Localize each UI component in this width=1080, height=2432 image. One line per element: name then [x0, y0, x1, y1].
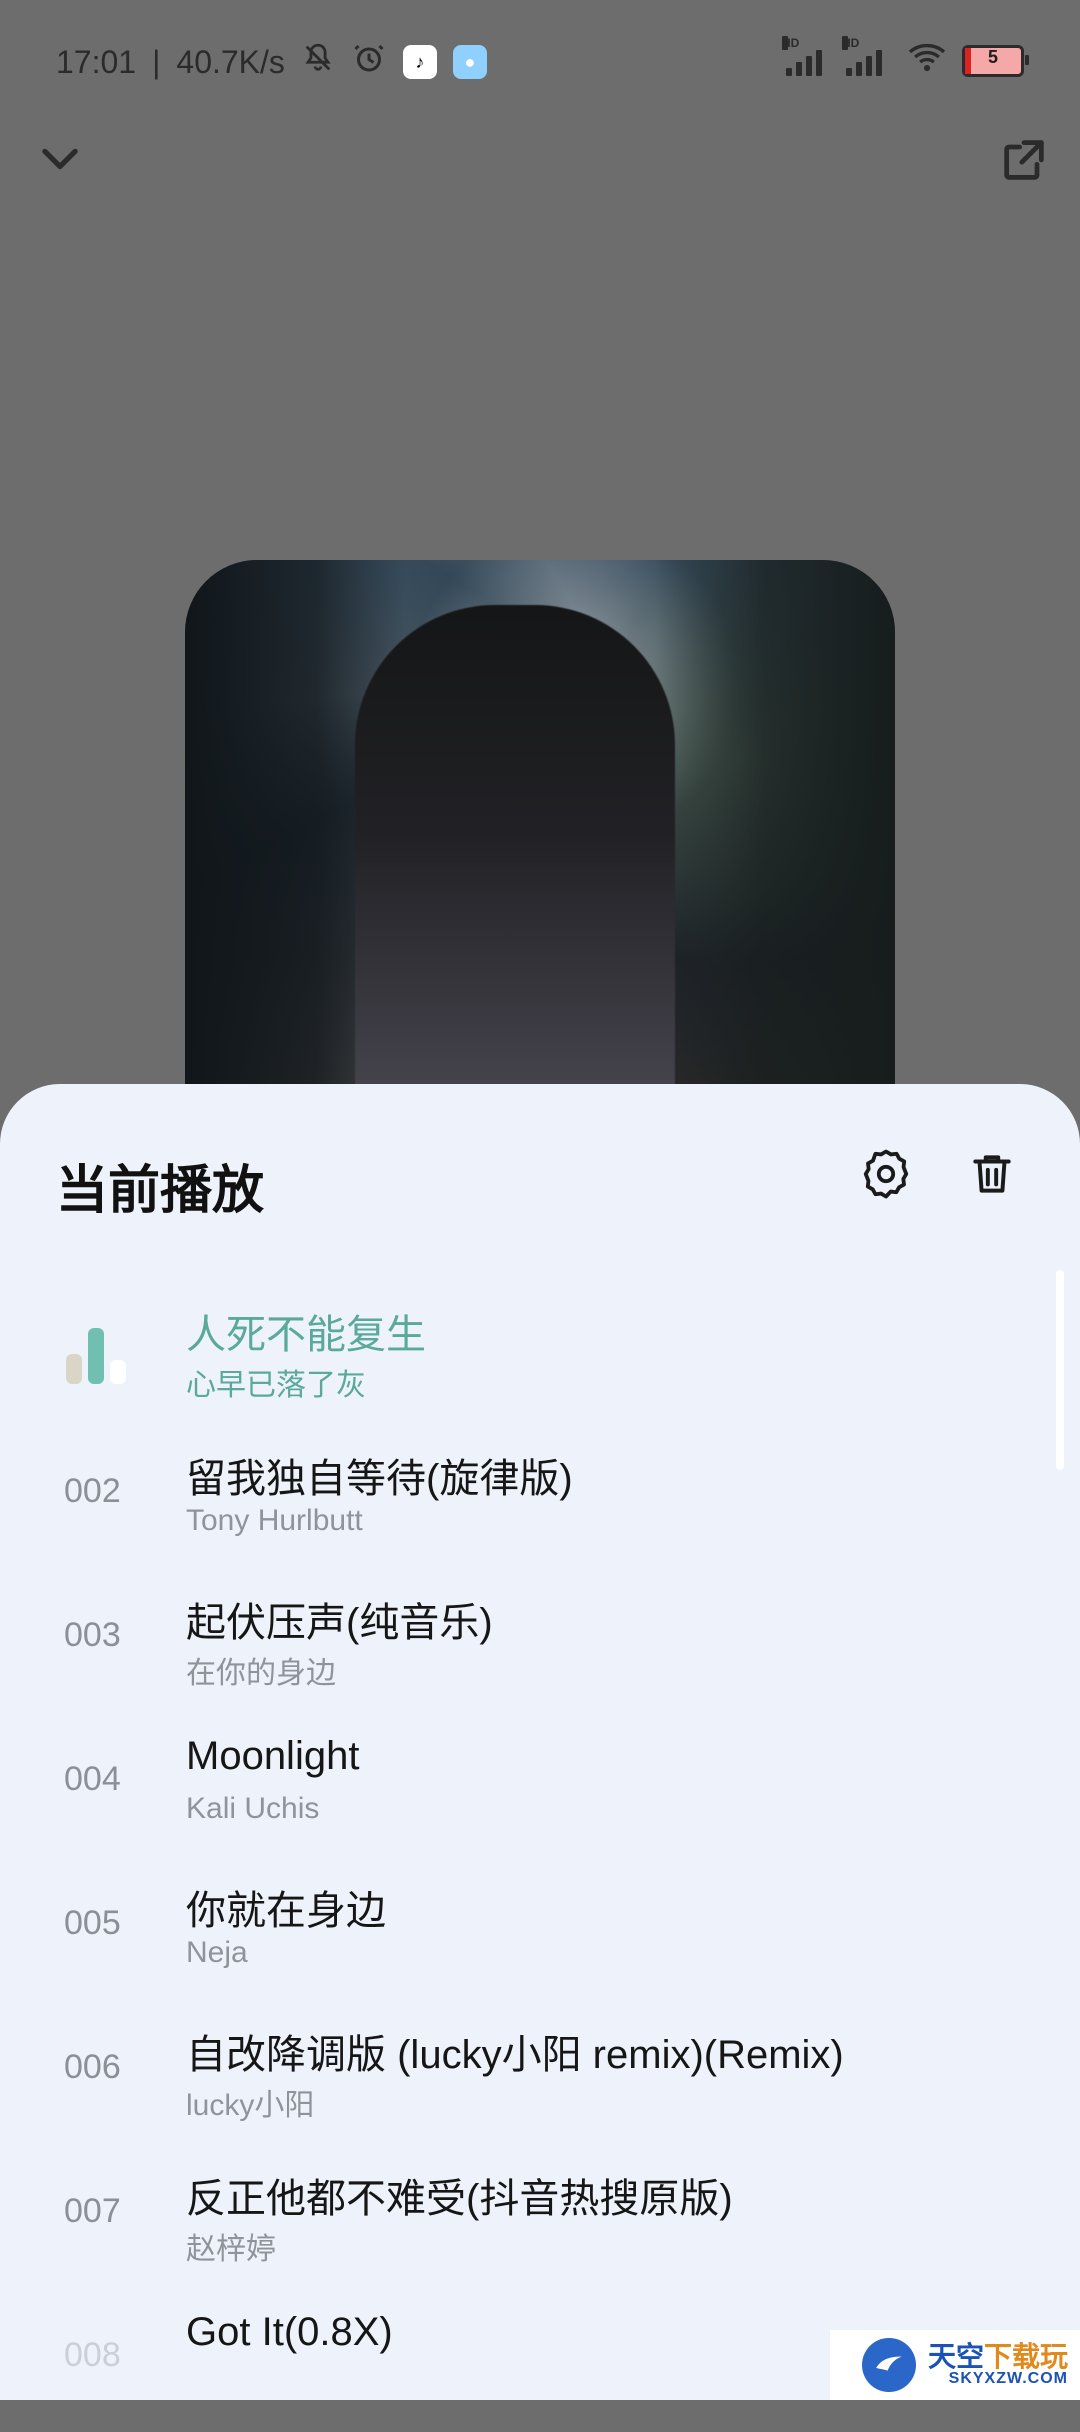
- watermark: 天空下载玩 SKYXZW.COM: [830, 2330, 1080, 2400]
- battery-icon: 5: [962, 45, 1029, 77]
- clear-queue-button[interactable]: [960, 1144, 1024, 1208]
- sheet-actions: [854, 1144, 1024, 1208]
- tiktok-app-icon: ♪: [402, 45, 437, 79]
- queue-item-4[interactable]: 004 Moonlight Kali Uchis: [0, 1712, 1080, 1856]
- queue-item-1[interactable]: 人死不能复生 心早已落了灰: [0, 1280, 1080, 1424]
- watermark-text: 天空下载玩 SKYXZW.COM: [928, 2343, 1068, 2387]
- status-bar: 17:01 | 40.7K/s ♪ ● HD HD 5: [0, 0, 1080, 120]
- track-artist: 心早已落了灰: [186, 1369, 366, 1402]
- track-artist: Tony Hurlbutt: [186, 1504, 363, 1537]
- track-title: Moonlight: [186, 1734, 360, 1778]
- queue-item-6[interactable]: 006 自改降调版 (lucky小阳 remix)(Remix) lucky小阳: [0, 2000, 1080, 2144]
- track-artist: lucky小阳: [186, 2089, 315, 2122]
- track-number: 002: [64, 1472, 121, 1510]
- trash-icon: [967, 1149, 1017, 1204]
- track-artist: Neja: [186, 1936, 248, 1969]
- share-button[interactable]: [992, 130, 1056, 194]
- track-title: 自改降调版 (lucky小阳 remix)(Remix): [186, 2033, 844, 2077]
- queue-item-7[interactable]: 007 反正他都不难受(抖音热搜原版) 赵梓婷: [0, 2144, 1080, 2288]
- settings-button[interactable]: [854, 1144, 918, 1208]
- track-title: Got It(0.8X): [186, 2310, 393, 2354]
- album-artwork: [185, 560, 895, 1120]
- queue-item-3[interactable]: 003 起伏压声(纯音乐) 在你的身边: [0, 1568, 1080, 1712]
- track-artist: 在你的身边: [186, 1657, 336, 1690]
- settings-icon: [859, 1147, 913, 1206]
- mute-bell-icon: [301, 41, 335, 83]
- watermark-main: 天空下载玩: [928, 2343, 1068, 2371]
- queue-item-2[interactable]: 002 留我独自等待(旋律版) Tony Hurlbutt: [0, 1424, 1080, 1568]
- track-artist: 赵梓婷: [186, 2233, 276, 2266]
- share-icon: [998, 134, 1050, 191]
- chevron-down-icon: [34, 134, 86, 191]
- track-title: 你就在身边: [186, 1889, 386, 1933]
- watermark-sub: SKYXZW.COM: [948, 2370, 1068, 2387]
- album-figure: [355, 605, 675, 1120]
- album-trees-right: [655, 560, 895, 1120]
- qq-app-icon: ●: [452, 45, 487, 79]
- wifi-icon: [906, 40, 948, 82]
- playing-equalizer-icon: [64, 1316, 134, 1386]
- track-number: 007: [64, 2192, 121, 2230]
- track-artist: Kali Uchis: [186, 1792, 320, 1825]
- track-title: 人死不能复生: [186, 1313, 426, 1357]
- track-title: 反正他都不难受(抖音热搜原版): [186, 2177, 733, 2221]
- track-number: 005: [64, 1904, 121, 1942]
- status-left: 17:01 | 40.7K/s ♪ ●: [56, 40, 487, 84]
- track-number: 008: [64, 2336, 121, 2374]
- track-number: 004: [64, 1760, 121, 1798]
- queue-list: 人死不能复生 心早已落了灰 002 留我独自等待(旋律版) Tony Hurlb…: [0, 1280, 1080, 2432]
- signal-hd-icon: HD: [782, 36, 822, 76]
- alarm-icon: [351, 40, 387, 84]
- status-right: HD HD 5: [782, 36, 1029, 82]
- sheet-title: 当前播放: [56, 1162, 265, 1220]
- watermark-main-right: 下载玩: [983, 2341, 1068, 2372]
- queue-item-5[interactable]: 005 你就在身边 Neja: [0, 1856, 1080, 2000]
- track-number: 003: [64, 1616, 121, 1654]
- track-title: 留我独自等待(旋律版): [186, 1457, 573, 1501]
- track-title: 起伏压声(纯音乐): [186, 1601, 493, 1645]
- track-number: 006: [64, 2048, 121, 2086]
- signal-hd-icon: HD: [842, 36, 882, 76]
- status-divider: |: [152, 43, 161, 80]
- collapse-button[interactable]: [28, 130, 92, 194]
- watermark-main-left: 天空: [927, 2341, 984, 2372]
- now-playing-sheet: 当前播放 人死不能复生 心早已落了灰 002 留我独自等待(旋律版) Tony …: [0, 1084, 1080, 2400]
- battery-percent: 5: [987, 47, 998, 67]
- status-time: 17:01: [56, 43, 137, 80]
- net-speed: 40.7K/s: [176, 43, 285, 80]
- watermark-logo-icon: [861, 2338, 916, 2392]
